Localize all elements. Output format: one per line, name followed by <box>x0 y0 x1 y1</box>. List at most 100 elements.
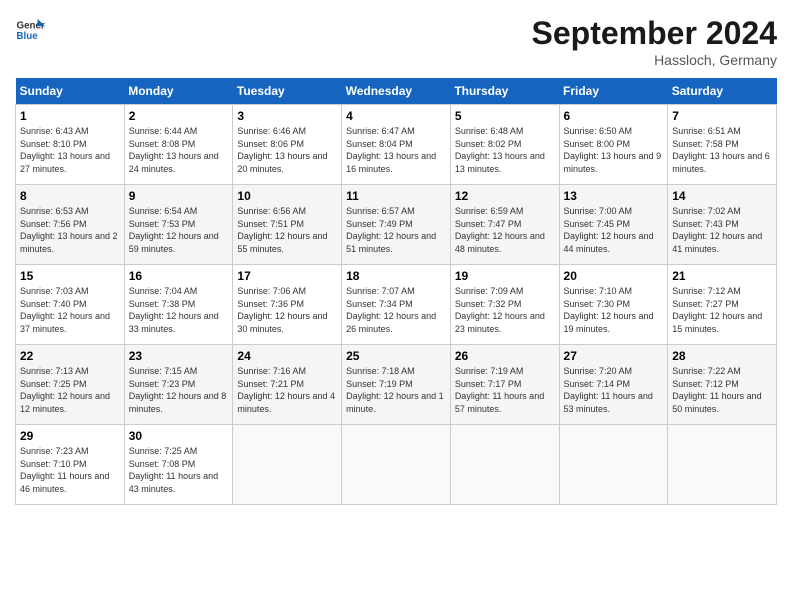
day-info: Sunrise: 7:20 AMSunset: 7:14 PMDaylight:… <box>564 365 664 415</box>
day-cell: 1 Sunrise: 6:43 AMSunset: 8:10 PMDayligh… <box>16 105 125 185</box>
day-number: 13 <box>564 189 664 203</box>
day-info: Sunrise: 6:51 AMSunset: 7:58 PMDaylight:… <box>672 125 772 175</box>
day-number: 24 <box>237 349 337 363</box>
day-cell: 16 Sunrise: 7:04 AMSunset: 7:38 PMDaylig… <box>124 265 233 345</box>
day-number: 20 <box>564 269 664 283</box>
day-number: 10 <box>237 189 337 203</box>
day-number: 19 <box>455 269 555 283</box>
week-row-2: 8 Sunrise: 6:53 AMSunset: 7:56 PMDayligh… <box>16 185 777 265</box>
day-cell <box>450 425 559 505</box>
day-info: Sunrise: 7:09 AMSunset: 7:32 PMDaylight:… <box>455 285 555 335</box>
col-thursday: Thursday <box>450 78 559 105</box>
month-title: September 2024 <box>532 15 777 52</box>
day-number: 21 <box>672 269 772 283</box>
day-cell: 28 Sunrise: 7:22 AMSunset: 7:12 PMDaylig… <box>668 345 777 425</box>
day-number: 17 <box>237 269 337 283</box>
day-number: 18 <box>346 269 446 283</box>
day-cell: 21 Sunrise: 7:12 AMSunset: 7:27 PMDaylig… <box>668 265 777 345</box>
day-cell: 17 Sunrise: 7:06 AMSunset: 7:36 PMDaylig… <box>233 265 342 345</box>
day-info: Sunrise: 7:18 AMSunset: 7:19 PMDaylight:… <box>346 365 446 415</box>
col-tuesday: Tuesday <box>233 78 342 105</box>
day-number: 22 <box>20 349 120 363</box>
day-info: Sunrise: 6:53 AMSunset: 7:56 PMDaylight:… <box>20 205 120 255</box>
day-cell: 3 Sunrise: 6:46 AMSunset: 8:06 PMDayligh… <box>233 105 342 185</box>
day-number: 25 <box>346 349 446 363</box>
day-cell: 4 Sunrise: 6:47 AMSunset: 8:04 PMDayligh… <box>342 105 451 185</box>
day-cell: 5 Sunrise: 6:48 AMSunset: 8:02 PMDayligh… <box>450 105 559 185</box>
day-info: Sunrise: 7:16 AMSunset: 7:21 PMDaylight:… <box>237 365 337 415</box>
day-cell: 9 Sunrise: 6:54 AMSunset: 7:53 PMDayligh… <box>124 185 233 265</box>
location: Hassloch, Germany <box>532 52 777 68</box>
day-info: Sunrise: 7:10 AMSunset: 7:30 PMDaylight:… <box>564 285 664 335</box>
day-cell: 14 Sunrise: 7:02 AMSunset: 7:43 PMDaylig… <box>668 185 777 265</box>
day-cell: 7 Sunrise: 6:51 AMSunset: 7:58 PMDayligh… <box>668 105 777 185</box>
day-cell: 15 Sunrise: 7:03 AMSunset: 7:40 PMDaylig… <box>16 265 125 345</box>
day-info: Sunrise: 7:13 AMSunset: 7:25 PMDaylight:… <box>20 365 120 415</box>
day-cell: 25 Sunrise: 7:18 AMSunset: 7:19 PMDaylig… <box>342 345 451 425</box>
day-number: 16 <box>129 269 229 283</box>
calendar-table: Sunday Monday Tuesday Wednesday Thursday… <box>15 78 777 505</box>
header-row: Sunday Monday Tuesday Wednesday Thursday… <box>16 78 777 105</box>
day-cell: 22 Sunrise: 7:13 AMSunset: 7:25 PMDaylig… <box>16 345 125 425</box>
day-cell: 19 Sunrise: 7:09 AMSunset: 7:32 PMDaylig… <box>450 265 559 345</box>
day-number: 3 <box>237 109 337 123</box>
day-cell: 12 Sunrise: 6:59 AMSunset: 7:47 PMDaylig… <box>450 185 559 265</box>
day-info: Sunrise: 7:22 AMSunset: 7:12 PMDaylight:… <box>672 365 772 415</box>
day-cell: 8 Sunrise: 6:53 AMSunset: 7:56 PMDayligh… <box>16 185 125 265</box>
day-cell <box>668 425 777 505</box>
title-section: September 2024 Hassloch, Germany <box>532 15 777 68</box>
day-info: Sunrise: 6:50 AMSunset: 8:00 PMDaylight:… <box>564 125 664 175</box>
week-row-1: 1 Sunrise: 6:43 AMSunset: 8:10 PMDayligh… <box>16 105 777 185</box>
day-cell: 27 Sunrise: 7:20 AMSunset: 7:14 PMDaylig… <box>559 345 668 425</box>
day-cell: 30 Sunrise: 7:25 AMSunset: 7:08 PMDaylig… <box>124 425 233 505</box>
day-info: Sunrise: 7:02 AMSunset: 7:43 PMDaylight:… <box>672 205 772 255</box>
col-saturday: Saturday <box>668 78 777 105</box>
day-number: 12 <box>455 189 555 203</box>
day-number: 26 <box>455 349 555 363</box>
day-info: Sunrise: 7:00 AMSunset: 7:45 PMDaylight:… <box>564 205 664 255</box>
day-info: Sunrise: 7:03 AMSunset: 7:40 PMDaylight:… <box>20 285 120 335</box>
col-friday: Friday <box>559 78 668 105</box>
col-wednesday: Wednesday <box>342 78 451 105</box>
svg-text:Blue: Blue <box>17 31 39 42</box>
day-cell: 23 Sunrise: 7:15 AMSunset: 7:23 PMDaylig… <box>124 345 233 425</box>
day-number: 2 <box>129 109 229 123</box>
day-number: 30 <box>129 429 229 443</box>
day-info: Sunrise: 6:47 AMSunset: 8:04 PMDaylight:… <box>346 125 446 175</box>
day-cell: 6 Sunrise: 6:50 AMSunset: 8:00 PMDayligh… <box>559 105 668 185</box>
week-row-4: 22 Sunrise: 7:13 AMSunset: 7:25 PMDaylig… <box>16 345 777 425</box>
col-monday: Monday <box>124 78 233 105</box>
day-info: Sunrise: 7:06 AMSunset: 7:36 PMDaylight:… <box>237 285 337 335</box>
week-row-3: 15 Sunrise: 7:03 AMSunset: 7:40 PMDaylig… <box>16 265 777 345</box>
day-number: 5 <box>455 109 555 123</box>
logo: General Blue <box>15 15 47 45</box>
day-cell: 2 Sunrise: 6:44 AMSunset: 8:08 PMDayligh… <box>124 105 233 185</box>
day-info: Sunrise: 7:12 AMSunset: 7:27 PMDaylight:… <box>672 285 772 335</box>
day-cell: 11 Sunrise: 6:57 AMSunset: 7:49 PMDaylig… <box>342 185 451 265</box>
day-cell: 10 Sunrise: 6:56 AMSunset: 7:51 PMDaylig… <box>233 185 342 265</box>
day-info: Sunrise: 6:54 AMSunset: 7:53 PMDaylight:… <box>129 205 229 255</box>
day-cell <box>233 425 342 505</box>
day-cell <box>342 425 451 505</box>
day-info: Sunrise: 6:43 AMSunset: 8:10 PMDaylight:… <box>20 125 120 175</box>
day-number: 6 <box>564 109 664 123</box>
day-number: 7 <box>672 109 772 123</box>
day-number: 8 <box>20 189 120 203</box>
day-cell: 29 Sunrise: 7:23 AMSunset: 7:10 PMDaylig… <box>16 425 125 505</box>
day-info: Sunrise: 7:23 AMSunset: 7:10 PMDaylight:… <box>20 445 120 495</box>
day-cell <box>559 425 668 505</box>
day-info: Sunrise: 7:19 AMSunset: 7:17 PMDaylight:… <box>455 365 555 415</box>
week-row-5: 29 Sunrise: 7:23 AMSunset: 7:10 PMDaylig… <box>16 425 777 505</box>
logo-icon: General Blue <box>15 15 45 45</box>
day-info: Sunrise: 7:25 AMSunset: 7:08 PMDaylight:… <box>129 445 229 495</box>
page: General Blue September 2024 Hassloch, Ge… <box>0 0 792 612</box>
day-cell: 18 Sunrise: 7:07 AMSunset: 7:34 PMDaylig… <box>342 265 451 345</box>
day-number: 11 <box>346 189 446 203</box>
day-number: 27 <box>564 349 664 363</box>
day-number: 4 <box>346 109 446 123</box>
day-info: Sunrise: 7:04 AMSunset: 7:38 PMDaylight:… <box>129 285 229 335</box>
day-info: Sunrise: 6:44 AMSunset: 8:08 PMDaylight:… <box>129 125 229 175</box>
day-cell: 24 Sunrise: 7:16 AMSunset: 7:21 PMDaylig… <box>233 345 342 425</box>
day-cell: 13 Sunrise: 7:00 AMSunset: 7:45 PMDaylig… <box>559 185 668 265</box>
day-number: 29 <box>20 429 120 443</box>
